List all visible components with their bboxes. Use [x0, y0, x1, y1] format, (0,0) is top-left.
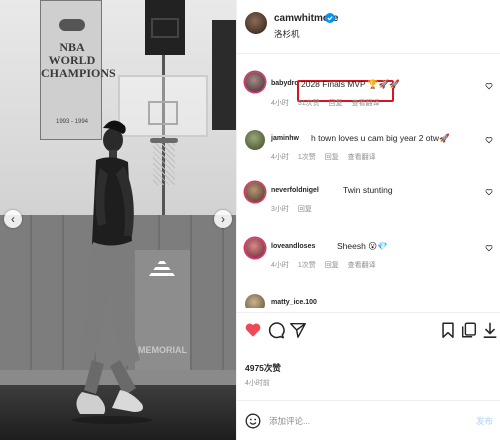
- comment-username[interactable]: neverfoldnigel: [271, 187, 319, 194]
- comment-input[interactable]: [269, 412, 449, 430]
- comment-item: loveandloses Sheesh 😮💎 4小时 1次赞 回复 查看翻译: [237, 236, 500, 276]
- comment-item: matty_ice.100: [237, 294, 500, 308]
- comment-bubble-icon[interactable]: [267, 321, 285, 339]
- heart-filled-icon[interactable]: [244, 321, 262, 339]
- translate-link[interactable]: 查看翻译: [348, 262, 376, 269]
- copy-icon[interactable]: [460, 321, 478, 339]
- comment-meta: 4小时 1次赞 回复 查看翻译: [271, 152, 383, 162]
- comment-list[interactable]: babydro 2028 Finals MVP 🏆🚀🚀 4小时 31次赞 回复 …: [237, 60, 500, 308]
- post-actions-bar: [237, 312, 500, 348]
- post-photo: NBA WORLD CHAMPIONS 1993 - 1994 MEMORIAL…: [0, 0, 236, 440]
- post-time: 4小时前: [245, 380, 270, 387]
- reply-link[interactable]: 回复: [329, 100, 343, 107]
- comment-text: 2028 Finals MVP 🏆🚀🚀: [301, 79, 400, 89]
- comment-time: 4小时: [271, 262, 289, 269]
- commenter-avatar[interactable]: [245, 72, 265, 92]
- commenter-avatar[interactable]: [245, 182, 265, 202]
- prev-image-button[interactable]: ‹: [4, 210, 22, 228]
- bookmark-icon[interactable]: [439, 321, 457, 339]
- chevron-right-icon: ›: [221, 212, 225, 226]
- reply-link[interactable]: 回复: [298, 206, 312, 213]
- comment-text: Sheesh 😮💎: [337, 241, 388, 251]
- comment-like-heart-icon[interactable]: [485, 244, 493, 252]
- verified-badge-icon: [325, 13, 335, 23]
- send-icon[interactable]: [289, 321, 307, 339]
- comment-text: Twin stunting: [343, 185, 393, 195]
- commenter-avatar[interactable]: [245, 294, 265, 308]
- post-location[interactable]: 洛杉机: [274, 28, 300, 40]
- player-figure: [72, 120, 152, 424]
- comment-meta: 4小时 1次赞 回复 查看翻译: [271, 260, 383, 270]
- chevron-left-icon: ‹: [11, 212, 15, 226]
- comment-likes[interactable]: 31次赞: [298, 100, 320, 107]
- owner-avatar[interactable]: [245, 12, 267, 34]
- comment-username[interactable]: loveandloses: [271, 243, 315, 250]
- comment-like-heart-icon[interactable]: [485, 82, 493, 90]
- comment-like-heart-icon[interactable]: [485, 188, 493, 196]
- commenter-avatar[interactable]: [245, 238, 265, 258]
- comment-time: 4小时: [271, 100, 289, 107]
- comment-item: babydro 2028 Finals MVP 🏆🚀🚀 4小时 31次赞 回复 …: [237, 70, 500, 114]
- reply-link[interactable]: 回复: [325, 154, 339, 161]
- comment-username[interactable]: jaminhw: [271, 135, 299, 142]
- emoji-icon[interactable]: [245, 413, 261, 429]
- comment-like-heart-icon[interactable]: [485, 136, 493, 144]
- comment-item: jaminhw h town loves u cam big year 2 ot…: [237, 128, 500, 168]
- reply-link[interactable]: 回复: [325, 262, 339, 269]
- likes-count[interactable]: 4975次赞: [245, 362, 281, 374]
- comment-item: neverfoldnigel Twin stunting 3小时 回复: [237, 180, 500, 220]
- commenter-avatar[interactable]: [245, 130, 265, 150]
- post-header: camwhitmore 洛杉机: [237, 0, 500, 54]
- collapse-icon[interactable]: [481, 321, 499, 339]
- post-sidebar: camwhitmore 洛杉机 babydro 2028 Finals MVP …: [236, 0, 500, 440]
- translate-link[interactable]: 查看翻译: [352, 100, 380, 107]
- post-comment-button[interactable]: 发布: [476, 415, 493, 427]
- comment-text: h town loves u cam big year 2 otw🚀: [311, 133, 450, 143]
- comment-likes[interactable]: 1次赞: [298, 262, 316, 269]
- comment-time: 4小时: [271, 154, 289, 161]
- comment-username[interactable]: babydro: [271, 80, 299, 87]
- comment-username[interactable]: matty_ice.100: [271, 299, 317, 306]
- comment-likes[interactable]: 1次赞: [298, 154, 316, 161]
- comment-meta: 3小时 回复: [271, 204, 319, 214]
- comment-time: 3小时: [271, 206, 289, 213]
- translate-link[interactable]: 查看翻译: [348, 154, 376, 161]
- comment-meta: 4小时 31次赞 回复 查看翻译: [271, 98, 387, 108]
- next-image-button[interactable]: ›: [214, 210, 232, 228]
- comment-composer: 发布: [237, 400, 500, 440]
